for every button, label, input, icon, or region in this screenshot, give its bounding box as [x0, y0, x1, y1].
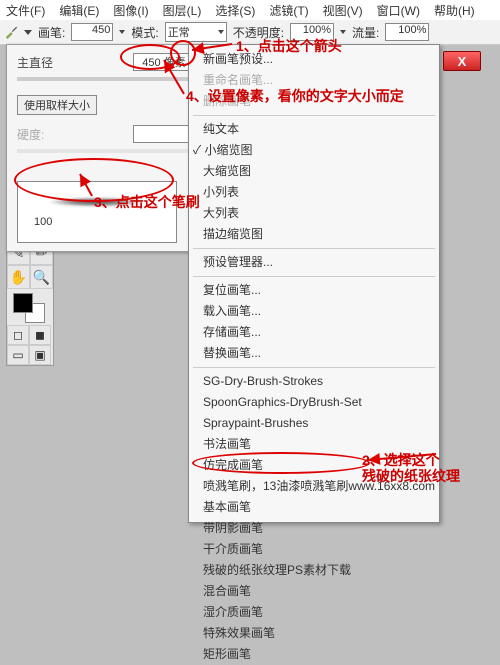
flyout-item-18[interactable]: SG-Dry-Brush-Strokes: [189, 371, 439, 392]
diameter-slider[interactable]: [17, 77, 195, 81]
opacity-field[interactable]: 100%: [290, 23, 334, 41]
brush-stroke-preview[interactable]: 100: [17, 181, 177, 243]
flyout-item-2: 删除画笔: [189, 91, 439, 112]
opacity-label: 不透明度:: [233, 24, 284, 41]
flyout-item-20[interactable]: Spraypaint-Brushes: [189, 413, 439, 434]
use-sample-size-button[interactable]: 使用取样大小: [17, 95, 97, 115]
flyout-item-25[interactable]: 带阴影画笔: [189, 518, 439, 539]
flyout-item-4[interactable]: 纯文本: [189, 119, 439, 140]
flyout-item-21[interactable]: 书法画笔: [189, 434, 439, 455]
menu-image[interactable]: 图像(I): [113, 2, 148, 19]
menu-separator: [193, 248, 435, 249]
standard-mode-button[interactable]: ◻: [7, 325, 29, 345]
screenmode-1[interactable]: ▭: [7, 345, 29, 365]
blend-mode-value: 正常: [168, 24, 190, 40]
hardness-field: [133, 125, 195, 143]
menu-edit[interactable]: 编辑(E): [59, 2, 99, 19]
foreground-color-swatch[interactable]: [13, 293, 33, 313]
flyout-item-26[interactable]: 干介质画笔: [189, 539, 439, 560]
flyout-item-19[interactable]: SpoonGraphics-DryBrush-Set: [189, 392, 439, 413]
blend-mode-select[interactable]: 正常: [165, 22, 227, 42]
menu-separator: [193, 367, 435, 368]
menu-window[interactable]: 窗口(W): [377, 2, 420, 19]
flyout-item-27[interactable]: 残破的纸张纹理PS素材下载: [189, 560, 439, 581]
close-icon: X: [458, 54, 467, 69]
flyout-item-9[interactable]: 描边缩览图: [189, 224, 439, 245]
flyout-item-23[interactable]: 喷溅笔刷，13油漆喷溅笔刷www.16xx8.com: [189, 476, 439, 497]
quickmask-mode-button[interactable]: ◼: [29, 325, 51, 345]
menu-separator: [193, 115, 435, 116]
stroke-thumbnail: [36, 196, 156, 208]
color-swatch[interactable]: [7, 289, 51, 325]
flyout-item-15[interactable]: 存储画笔...: [189, 322, 439, 343]
diameter-field[interactable]: 450 像素: [133, 53, 195, 71]
screenmode-2[interactable]: ▣: [29, 345, 51, 365]
mode-label: 模式:: [131, 24, 158, 41]
menu-view[interactable]: 视图(V): [323, 2, 363, 19]
hand-tool[interactable]: ✋: [7, 265, 30, 289]
flyout-item-11[interactable]: 预设管理器...: [189, 252, 439, 273]
menu-help[interactable]: 帮助(H): [434, 2, 475, 19]
flow-field[interactable]: 100%: [385, 23, 429, 41]
flyout-item-22[interactable]: 仿完成画笔: [189, 455, 439, 476]
flyout-item-28[interactable]: 混合画笔: [189, 581, 439, 602]
flyout-item-14[interactable]: 载入画笔...: [189, 301, 439, 322]
brush-preview-number: 100: [34, 216, 52, 228]
menu-bar: 文件(F) 编辑(E) 图像(I) 图层(L) 选择(S) 滤镜(T) 视图(V…: [0, 0, 500, 21]
flow-label: 流量:: [352, 24, 379, 41]
chevron-down-icon: [218, 30, 224, 34]
flyout-item-29[interactable]: 湿介质画笔: [189, 602, 439, 623]
tool-preset-dropdown-icon[interactable]: [24, 30, 32, 35]
flyout-item-0[interactable]: 新画笔预设...: [189, 49, 439, 70]
flyout-item-24[interactable]: 基本画笔: [189, 497, 439, 518]
tools-panel: ✎ ✏ ✋ 🔍 ◻ ◼ ▭ ▣: [6, 240, 54, 366]
flyout-item-5[interactable]: 小缩览图: [189, 140, 439, 161]
flyout-item-7[interactable]: 小列表: [189, 182, 439, 203]
menu-filter[interactable]: 滤镜(T): [269, 2, 308, 19]
close-button[interactable]: X: [443, 51, 481, 71]
flyout-item-6[interactable]: 大缩览图: [189, 161, 439, 182]
brush-label: 画笔:: [38, 24, 65, 41]
quickmask-row: ◻ ◼: [7, 325, 51, 345]
diameter-label: 主直径: [17, 54, 53, 71]
tool-options-bar: 画笔: 450 模式: 正常 不透明度: 100% 流量: 100%: [0, 20, 500, 45]
brush-picker-dropdown-icon[interactable]: [119, 30, 125, 34]
hardness-label: 硬度:: [17, 126, 44, 143]
flyout-item-31[interactable]: 矩形画笔: [189, 644, 439, 665]
flyout-item-16[interactable]: 替换画笔...: [189, 343, 439, 364]
flyout-item-1: 重命名画笔...: [189, 70, 439, 91]
zoom-tool[interactable]: 🔍: [30, 265, 53, 289]
screenmode-row: ▭ ▣: [7, 345, 51, 365]
flyout-item-30[interactable]: 特殊效果画笔: [189, 623, 439, 644]
menu-select[interactable]: 选择(S): [215, 2, 255, 19]
brush-flyout-menu: X 新画笔预设...重命名画笔...删除画笔纯文本小缩览图大缩览图小列表大列表描…: [188, 44, 440, 523]
flyout-item-13[interactable]: 复位画笔...: [189, 280, 439, 301]
brush-preset-panel: 主直径 450 像素 使用取样大小 硬度: » 100: [6, 44, 206, 252]
opacity-arrow-icon[interactable]: [340, 30, 346, 34]
hardness-slider: [17, 149, 195, 153]
menu-layer[interactable]: 图层(L): [163, 2, 202, 19]
brush-size-field[interactable]: 450: [71, 23, 113, 41]
menu-file[interactable]: 文件(F): [6, 2, 45, 19]
flyout-item-8[interactable]: 大列表: [189, 203, 439, 224]
menu-separator: [193, 276, 435, 277]
brush-icon: [4, 25, 18, 39]
